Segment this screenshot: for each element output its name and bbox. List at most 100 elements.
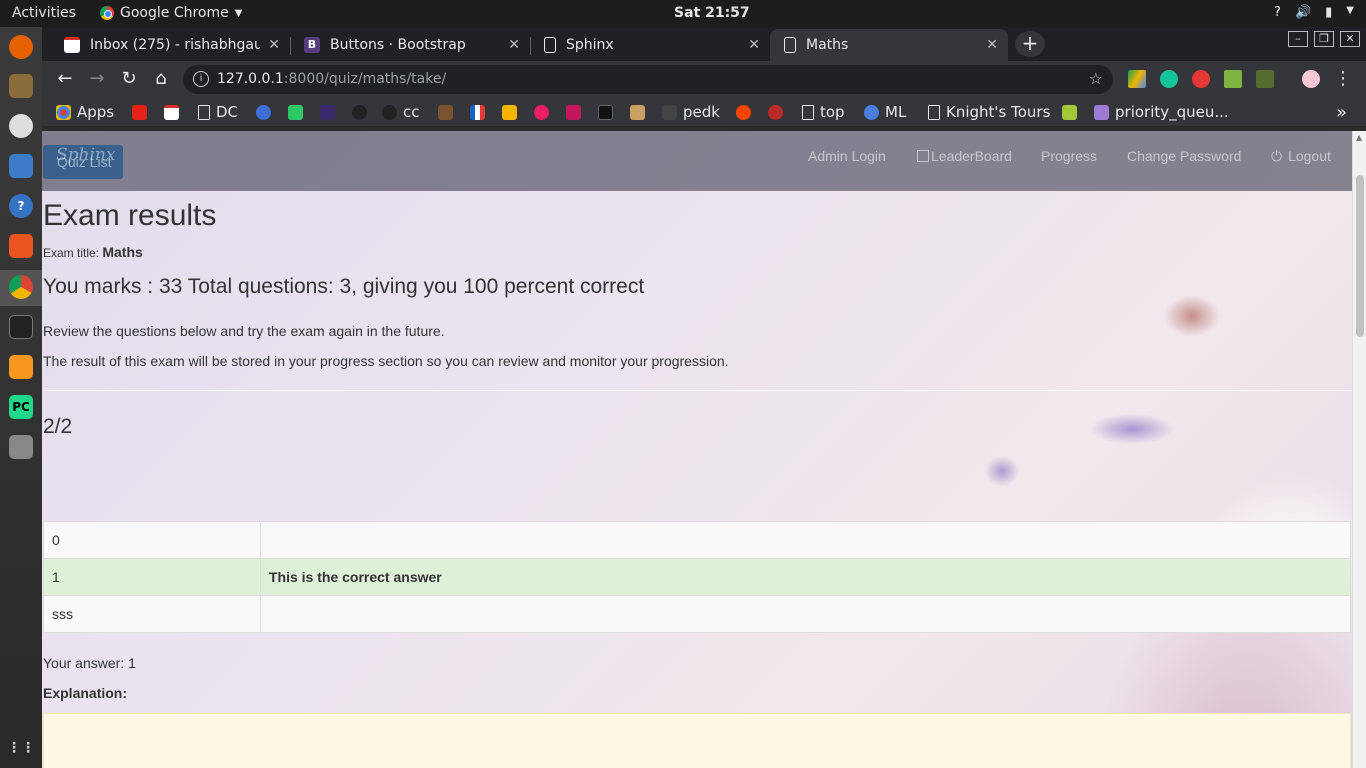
- document-icon: [198, 104, 210, 120]
- writer-icon[interactable]: [9, 154, 33, 178]
- chrome-icon: [100, 6, 114, 20]
- close-window-button[interactable]: ✕: [1340, 31, 1360, 47]
- menu-icon[interactable]: ⋮: [1332, 67, 1354, 91]
- close-icon[interactable]: ✕: [986, 37, 998, 53]
- bookmark-icon: [1094, 104, 1109, 120]
- bookmark-gmail[interactable]: [164, 102, 179, 122]
- new-tab-button[interactable]: +: [1015, 31, 1045, 57]
- site-brand[interactable]: Sphinx: [56, 145, 115, 165]
- nav-admin-login[interactable]: Admin Login: [808, 148, 886, 164]
- back-button[interactable]: ←: [54, 67, 76, 91]
- chrome-dock-icon[interactable]: [9, 275, 33, 299]
- bookmark-apps[interactable]: Apps: [56, 102, 114, 122]
- tab-inbox[interactable]: Inbox (275) - rishabhgaura ✕: [50, 29, 290, 61]
- nav-leaderboard[interactable]: LeaderBoard: [917, 148, 1012, 164]
- bookmark-label: cc: [403, 103, 420, 121]
- bookmark-reddit[interactable]: [736, 102, 751, 122]
- bookmark-s[interactable]: [256, 102, 271, 122]
- scrollbar-thumb[interactable]: [1356, 175, 1364, 337]
- bookmark-dc[interactable]: DC: [198, 102, 238, 122]
- bookmark-play[interactable]: [566, 102, 581, 122]
- youtube-icon: [132, 104, 147, 120]
- maximize-button[interactable]: ❐: [1314, 31, 1334, 47]
- bookmarks-bar: Apps DC cc pedk top ML Knight's Tours pr…: [42, 97, 1366, 127]
- adblock-icon[interactable]: [1192, 70, 1210, 88]
- software-center-icon[interactable]: [9, 234, 33, 258]
- home-button[interactable]: ⌂: [150, 67, 172, 91]
- terminal-icon[interactable]: [9, 315, 33, 339]
- bootstrap-icon: B: [304, 37, 320, 53]
- bookmark-pedk[interactable]: pedk: [662, 102, 720, 122]
- tab-sphinx[interactable]: Sphinx ✕: [530, 29, 770, 61]
- bookmark-hackerrank[interactable]: [288, 102, 303, 122]
- tab-bootstrap[interactable]: B Buttons · Bootstrap ✕: [290, 29, 530, 61]
- minimize-button[interactable]: –: [1288, 31, 1308, 47]
- clock[interactable]: Sat 21:57: [674, 5, 750, 21]
- pe-icon: [630, 104, 645, 120]
- files-icon[interactable]: [9, 74, 33, 98]
- answer-note: [260, 595, 1351, 633]
- download-icon[interactable]: [1224, 70, 1242, 88]
- nav-change-password[interactable]: Change Password: [1127, 148, 1241, 164]
- bookmark-youtube[interactable]: [132, 102, 147, 122]
- bookmark-knights-tours[interactable]: Knight's Tours: [928, 102, 1050, 122]
- more-bookmarks-button[interactable]: »: [1336, 102, 1347, 123]
- bookmark-sf[interactable]: [598, 102, 613, 122]
- reload-button[interactable]: ↻: [118, 67, 140, 91]
- bookmark-star-icon[interactable]: ☆: [1089, 69, 1103, 88]
- google-drive-icon[interactable]: [1128, 70, 1146, 88]
- answers-table: 0 1 This is the correct answer sss: [43, 521, 1351, 633]
- app-menu[interactable]: Google Chrome ▼: [100, 5, 242, 21]
- grammarly-icon[interactable]: [1160, 70, 1178, 88]
- bookmark-pe[interactable]: [630, 102, 645, 122]
- answer-row-correct: 1 This is the correct answer: [43, 558, 1351, 596]
- bookmark-codechef[interactable]: [438, 102, 453, 122]
- pycharm-icon[interactable]: PC: [9, 395, 33, 419]
- music-icon: [534, 104, 549, 120]
- close-icon[interactable]: ✕: [508, 37, 520, 53]
- system-tray[interactable]: ? 🔊 ▮ ▼: [1274, 5, 1354, 20]
- network-icon: ?: [1274, 5, 1281, 20]
- reddit-icon: [736, 104, 751, 120]
- bookmark-label: ML: [885, 103, 907, 121]
- marks-summary: You marks : 33 Total questions: 3, givin…: [43, 275, 645, 298]
- bookmark-github[interactable]: [352, 102, 367, 122]
- dock: ? PC ⋮⋮: [0, 27, 42, 768]
- extension-icon[interactable]: [1256, 70, 1274, 88]
- page-viewport: Quiz List Sphinx Admin Login LeaderBoard…: [42, 131, 1352, 768]
- apps-grid-icon: [56, 104, 71, 120]
- bookmark-top[interactable]: top: [802, 102, 845, 122]
- bookmark-ml[interactable]: ML: [864, 102, 906, 122]
- github-icon: [352, 104, 367, 120]
- bookmark-cc[interactable]: cc: [382, 102, 420, 122]
- scroll-up-arrow[interactable]: ▲: [1356, 133, 1362, 142]
- profile-avatar[interactable]: [1302, 70, 1320, 88]
- screenshot-icon[interactable]: [9, 435, 33, 459]
- answer-note: This is the correct answer: [260, 558, 1351, 596]
- forward-button[interactable]: →: [86, 67, 108, 91]
- close-icon[interactable]: ✕: [748, 37, 760, 53]
- chart-icon: [470, 104, 485, 120]
- bookmark-quora[interactable]: [768, 102, 783, 122]
- tab-maths[interactable]: Maths ✕: [770, 29, 1008, 61]
- bookmark-h[interactable]: [320, 102, 335, 122]
- url-text: 127.0.0.1:8000/quiz/maths/take/: [217, 71, 446, 87]
- bookmark-classroom[interactable]: [502, 102, 517, 122]
- bookmark-music[interactable]: [534, 102, 549, 122]
- bookmark-android[interactable]: [1062, 102, 1077, 122]
- help-icon[interactable]: ?: [9, 194, 33, 218]
- page-scrollbar[interactable]: ▲: [1352, 131, 1366, 768]
- url-host: 127.0.0.1: [217, 71, 284, 87]
- bookmark-chart[interactable]: [470, 102, 485, 122]
- firefox-icon[interactable]: [9, 35, 33, 59]
- show-applications-icon[interactable]: ⋮⋮: [7, 736, 35, 760]
- sublime-text-icon[interactable]: [9, 355, 33, 379]
- activities-button[interactable]: Activities: [12, 5, 76, 21]
- info-icon[interactable]: i: [193, 71, 209, 87]
- rhythmbox-icon[interactable]: [9, 114, 33, 138]
- close-icon[interactable]: ✕: [268, 37, 280, 53]
- address-bar[interactable]: i 127.0.0.1:8000/quiz/maths/take/ ☆: [183, 65, 1113, 94]
- nav-logout[interactable]: ⏻ Logout: [1271, 148, 1331, 165]
- bookmark-priority-queue[interactable]: priority_queu...: [1094, 102, 1229, 122]
- nav-progress[interactable]: Progress: [1041, 148, 1097, 164]
